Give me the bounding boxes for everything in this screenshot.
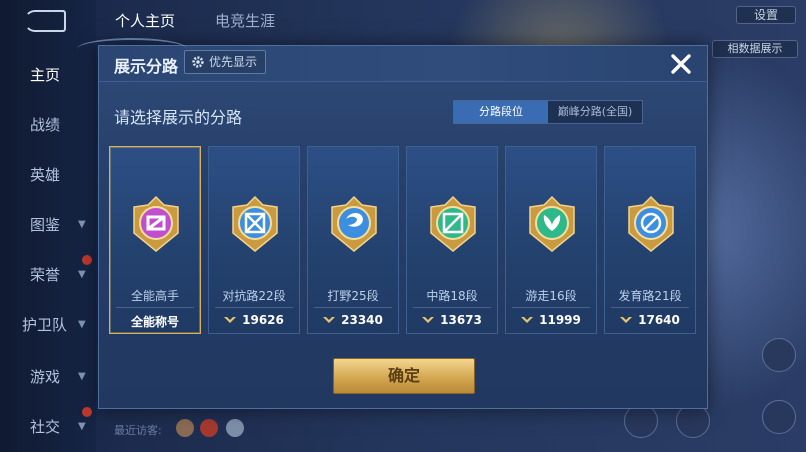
lane-mode-toggle: 分路段位 巅峰分路(全国) bbox=[453, 100, 643, 124]
modal-header: 展示分路 优先显示 bbox=[77, 38, 707, 82]
gear-icon bbox=[192, 56, 204, 68]
nav-item-honor[interactable]: 荣誉 ▼ bbox=[0, 260, 96, 290]
lane-rank-label: 游走16段 bbox=[525, 289, 577, 303]
lane-display-modal: 展示分路 优先显示 请选择展示的分路 分路段位 巅峰分路(全国) 全能高手 全能 bbox=[77, 38, 708, 409]
toggle-peak-lane[interactable]: 巅峰分路(全国) bbox=[548, 101, 642, 123]
lane-card-roam[interactable]: 游走16段 11999 bbox=[505, 146, 597, 334]
lane-score-row: 17640 bbox=[605, 313, 695, 327]
all-round-emblem-icon bbox=[133, 195, 179, 252]
lane-rank-label: 中路18段 bbox=[426, 289, 478, 303]
lane-rank-label: 发育路21段 bbox=[618, 289, 682, 303]
left-nav: 主页 战绩 英雄 图鉴 ▼ 荣誉 ▼ 护卫队 ▼ 游戏 ▼ 社交 ▼ bbox=[0, 0, 96, 452]
lane-rank-label: 全能高手 bbox=[130, 289, 179, 303]
close-icon[interactable] bbox=[667, 50, 695, 78]
nav-item-games[interactable]: 游戏 ▼ bbox=[0, 362, 96, 392]
lane-score-row: 11999 bbox=[506, 313, 596, 327]
farm-lane-emblem-icon bbox=[628, 195, 674, 252]
hero-figure-icon[interactable] bbox=[762, 400, 796, 434]
chevron-down-icon: ▼ bbox=[78, 371, 86, 382]
select-lane-prompt: 请选择展示的分路 bbox=[114, 108, 243, 127]
toggle-lane-rank[interactable]: 分路段位 bbox=[454, 101, 548, 123]
nav-item-codex[interactable]: 图鉴 ▼ bbox=[0, 210, 96, 240]
nav-item-guard-team[interactable]: 护卫队 ▼ bbox=[0, 310, 96, 340]
nav-label: 护卫队 bbox=[22, 316, 68, 334]
peak-score-icon bbox=[422, 317, 435, 323]
tab-esports-career[interactable]: 电竞生涯 bbox=[215, 10, 275, 31]
mid-lane-emblem-icon bbox=[430, 195, 476, 252]
lane-score: 全能称号 bbox=[130, 315, 179, 329]
lane-rank-label: 打野25段 bbox=[327, 289, 379, 303]
card-divider bbox=[215, 307, 293, 308]
lane-rank-label: 对抗路22段 bbox=[222, 289, 286, 303]
avatar[interactable] bbox=[200, 419, 218, 437]
nav-label: 英雄 bbox=[30, 166, 61, 184]
priority-display-button[interactable]: 优先显示 bbox=[184, 50, 267, 74]
avatar[interactable] bbox=[226, 419, 244, 437]
chevron-down-icon: ▼ bbox=[78, 319, 86, 330]
tab-profile[interactable]: 个人主页 bbox=[115, 10, 175, 31]
lane-score-row: 19626 bbox=[209, 313, 299, 327]
clash-lane-emblem-icon bbox=[232, 195, 278, 252]
figure-icon[interactable] bbox=[676, 404, 710, 438]
lane-card-jungle[interactable]: 打野25段 23340 bbox=[307, 146, 399, 334]
notification-dot bbox=[82, 255, 92, 265]
data-display-chip[interactable]: 相数据展示 bbox=[712, 40, 798, 58]
peak-score-icon bbox=[521, 317, 534, 323]
lane-card-mid[interactable]: 中路18段 13673 bbox=[406, 146, 498, 334]
back-arrow-icon[interactable] bbox=[24, 10, 66, 32]
card-divider bbox=[413, 307, 491, 308]
lane-score: 13673 bbox=[440, 313, 482, 327]
lane-score: 11999 bbox=[539, 313, 581, 327]
nav-item-record[interactable]: 战绩 bbox=[0, 110, 96, 140]
avatar[interactable] bbox=[176, 419, 194, 437]
lane-score: 19626 bbox=[242, 313, 284, 327]
nav-label: 游戏 bbox=[30, 368, 61, 386]
nav-item-home[interactable]: 主页 bbox=[0, 60, 96, 90]
nav-item-social[interactable]: 社交 ▼ bbox=[0, 412, 96, 442]
roam-emblem-icon bbox=[529, 195, 575, 252]
lane-score: 17640 bbox=[638, 313, 680, 327]
lane-score: 23340 bbox=[341, 313, 383, 327]
nav-item-heroes[interactable]: 英雄 bbox=[0, 160, 96, 190]
modal-title: 展示分路 bbox=[114, 57, 179, 76]
up-arrow-icon[interactable] bbox=[624, 404, 658, 438]
jungle-emblem-icon bbox=[331, 195, 377, 252]
peak-score-icon bbox=[620, 317, 633, 323]
lane-score-row: 13673 bbox=[407, 313, 497, 327]
lane-card-farm[interactable]: 发育路21段 17640 bbox=[604, 146, 696, 334]
peak-score-icon bbox=[224, 317, 237, 323]
confirm-button[interactable]: 确定 bbox=[333, 358, 475, 394]
card-divider bbox=[314, 307, 392, 308]
priority-display-label: 优先显示 bbox=[209, 55, 258, 69]
card-divider bbox=[611, 307, 689, 308]
lane-card-all-round[interactable]: 全能高手 全能称号 bbox=[109, 146, 201, 334]
lane-card-clash[interactable]: 对抗路22段 19626 bbox=[208, 146, 300, 334]
nav-label: 图鉴 bbox=[30, 216, 61, 234]
settings-chip[interactable]: 设置 bbox=[736, 6, 796, 24]
nav-label: 战绩 bbox=[30, 116, 61, 134]
lane-score-row: 23340 bbox=[308, 313, 398, 327]
peak-score-icon bbox=[323, 317, 336, 323]
card-divider bbox=[116, 307, 194, 308]
recent-visitors-label: 最近访客: bbox=[114, 424, 162, 437]
nav-label: 社交 bbox=[30, 418, 61, 436]
nav-label: 主页 bbox=[30, 66, 61, 84]
notification-dot bbox=[82, 407, 92, 417]
figure-icon[interactable] bbox=[762, 338, 796, 372]
nav-label: 荣誉 bbox=[30, 266, 61, 284]
chevron-down-icon: ▼ bbox=[78, 219, 86, 230]
card-divider bbox=[512, 307, 590, 308]
